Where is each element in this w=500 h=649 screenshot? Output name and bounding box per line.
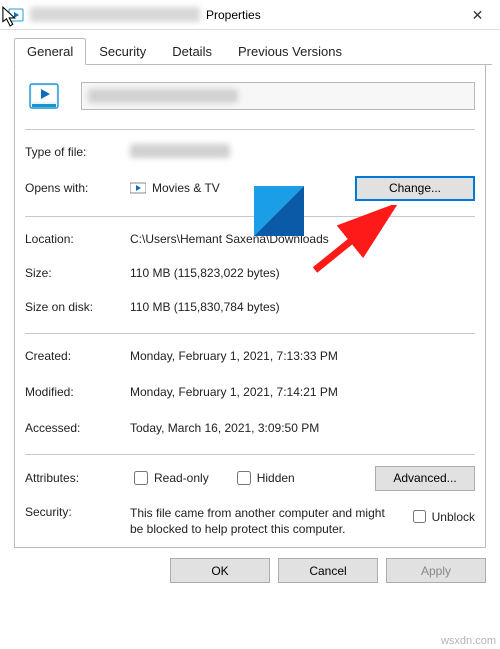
tab-details[interactable]: Details xyxy=(159,38,225,64)
row-modified: Modified: Monday, February 1, 2021, 7:14… xyxy=(25,378,475,406)
value-modified: Monday, February 1, 2021, 7:14:21 PM xyxy=(130,385,475,399)
label-opens-with: Opens with: xyxy=(25,181,130,195)
opens-with-app: Movies & TV xyxy=(152,181,220,195)
dialog-button-bar: OK Cancel Apply xyxy=(0,548,500,595)
row-accessed: Accessed: Today, March 16, 2021, 3:09:50… xyxy=(25,414,475,442)
opens-with-app-icon xyxy=(130,180,146,196)
row-created: Created: Monday, February 1, 2021, 7:13:… xyxy=(25,342,475,370)
filename-blur xyxy=(30,7,200,22)
tab-strip: General Security Details Previous Versio… xyxy=(14,38,492,65)
separator xyxy=(25,129,475,130)
unblock-checkbox-wrap[interactable]: Unblock xyxy=(409,507,475,526)
label-location: Location: xyxy=(25,232,130,246)
tab-previous-versions[interactable]: Previous Versions xyxy=(225,38,355,64)
label-created: Created: xyxy=(25,349,130,363)
window-title: Properties xyxy=(30,7,261,22)
filename-blur xyxy=(88,89,238,103)
separator xyxy=(25,216,475,217)
readonly-checkbox-wrap[interactable]: Read-only xyxy=(130,468,209,488)
value-size: 110 MB (115,823,022 bytes) xyxy=(130,266,475,280)
mouse-cursor xyxy=(2,6,20,33)
unblock-label: Unblock xyxy=(432,510,475,524)
hidden-label: Hidden xyxy=(257,471,295,485)
general-panel: Type of file: Opens with: Movies & TV Ch… xyxy=(14,65,486,548)
label-accessed: Accessed: xyxy=(25,421,130,435)
apply-button[interactable]: Apply xyxy=(386,558,486,583)
title-suffix: Properties xyxy=(206,8,261,22)
label-attributes: Attributes: xyxy=(25,471,130,485)
tab-general[interactable]: General xyxy=(14,38,86,65)
label-size-on-disk: Size on disk: xyxy=(25,300,130,314)
row-opens-with: Opens with: Movies & TV Change... xyxy=(25,174,475,202)
security-message: This file came from another computer and… xyxy=(130,505,409,537)
label-type-of-file: Type of file: xyxy=(25,145,130,159)
label-security: Security: xyxy=(25,505,130,519)
hidden-checkbox[interactable] xyxy=(237,471,251,485)
value-accessed: Today, March 16, 2021, 3:09:50 PM xyxy=(130,421,475,435)
row-size: Size: 110 MB (115,823,022 bytes) xyxy=(25,259,475,287)
row-size-on-disk: Size on disk: 110 MB (115,830,784 bytes) xyxy=(25,293,475,321)
titlebar: Properties ✕ xyxy=(0,0,500,30)
readonly-checkbox[interactable] xyxy=(134,471,148,485)
watermark-logo-icon xyxy=(254,186,304,241)
readonly-label: Read-only xyxy=(154,471,209,485)
unblock-checkbox[interactable] xyxy=(413,510,426,523)
value-created: Monday, February 1, 2021, 7:13:33 PM xyxy=(130,349,475,363)
filename-input[interactable] xyxy=(81,82,475,110)
label-size: Size: xyxy=(25,266,130,280)
cancel-button[interactable]: Cancel xyxy=(278,558,378,583)
tab-security[interactable]: Security xyxy=(86,38,159,64)
row-location: Location: C:\Users\Hemant Saxena\Downloa… xyxy=(25,225,475,253)
row-type-of-file: Type of file: xyxy=(25,138,475,166)
hidden-checkbox-wrap[interactable]: Hidden xyxy=(233,468,295,488)
large-file-icon xyxy=(25,77,63,115)
ok-button[interactable]: OK xyxy=(170,558,270,583)
row-security: Security: This file came from another co… xyxy=(25,505,475,537)
row-attributes: Attributes: Read-only Hidden Advanced... xyxy=(25,463,475,493)
separator xyxy=(25,454,475,455)
type-of-file-blur xyxy=(130,144,230,158)
separator xyxy=(25,333,475,334)
advanced-button[interactable]: Advanced... xyxy=(375,466,475,491)
change-button[interactable]: Change... xyxy=(355,176,475,201)
site-watermark: wsxdn.com xyxy=(441,635,496,647)
value-size-on-disk: 110 MB (115,830,784 bytes) xyxy=(130,300,475,314)
label-modified: Modified: xyxy=(25,385,130,399)
annotation-arrow-icon xyxy=(310,205,400,280)
close-button[interactable]: ✕ xyxy=(455,0,500,30)
